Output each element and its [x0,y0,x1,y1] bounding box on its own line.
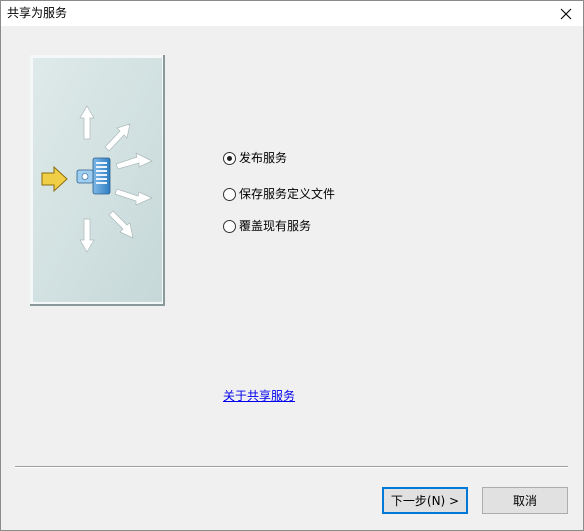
cancel-button[interactable]: 取消 [482,487,568,514]
window-title: 共享为服务 [7,6,68,20]
option-save-definition[interactable]: 保存服务定义文件 [223,187,335,201]
option-label: 发布服务 [239,151,288,165]
divider [15,466,568,468]
radio-publish-service[interactable] [223,151,236,165]
next-button[interactable]: 下一步(N) > [382,487,468,514]
option-overwrite-service[interactable]: 覆盖现有服务 [223,219,311,233]
radio-overwrite-service[interactable] [223,219,236,233]
option-label: 保存服务定义文件 [239,187,336,201]
option-label: 覆盖现有服务 [239,219,312,233]
close-icon [560,8,572,19]
title-bar: 共享为服务 [1,1,583,26]
about-sharing-link[interactable]: 关于共享服务 [223,389,295,403]
share-as-service-dialog: 共享为服务 发布服务 保存服务定义文件 覆盖现有服务 关于共享服务 下一步(N)… [0,0,584,531]
share-service-illustration [30,55,165,306]
option-publish-service[interactable]: 发布服务 [223,151,287,165]
close-button[interactable] [549,1,583,26]
radio-save-definition[interactable] [223,187,236,201]
